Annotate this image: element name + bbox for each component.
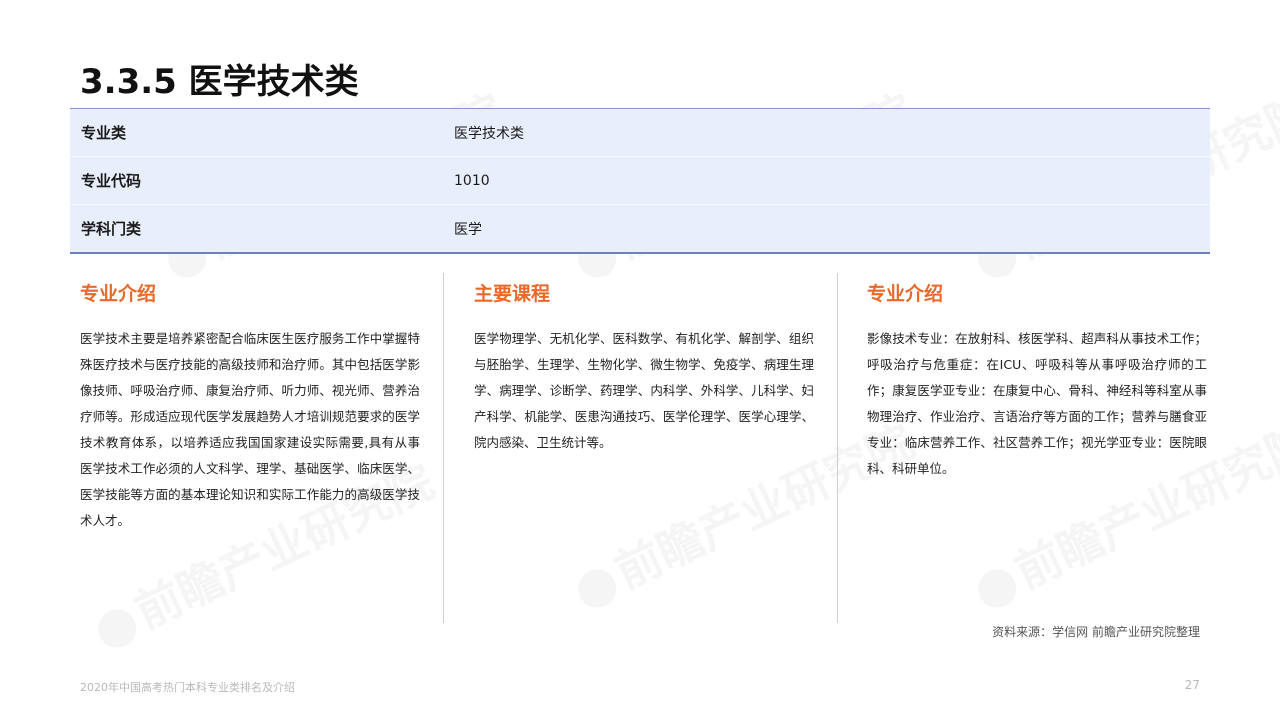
source-note: 资料来源：学信网 前瞻产业研究院整理: [992, 625, 1200, 639]
info-table: 专业类 医学技术类 专业代码 1010 学科门类 医学: [70, 108, 1210, 254]
table-row: 学科门类 医学: [70, 205, 1210, 252]
column-title: 专业介绍: [80, 283, 157, 305]
page-title: 3.3.5 医学技术类: [80, 62, 359, 102]
page-number: 27: [1184, 678, 1200, 692]
column-body: 医学技术主要是培养紧密配合临床医生医疗服务工作中掌握特殊医疗技术与医疗技能的高级…: [80, 331, 420, 528]
column-body: 医学物理学、无机化学、医科数学、有机化学、解剖学、组织与胚胎学、生理学、生物化学…: [474, 331, 814, 450]
table-value: 医学技术类: [454, 125, 524, 142]
column-divider: [837, 273, 838, 623]
table-value: 1010: [454, 172, 490, 189]
table-key: 专业类: [81, 124, 127, 142]
column-title: 专业介绍: [867, 283, 944, 305]
table-key: 专业代码: [81, 172, 142, 190]
column-courses: 主要课程 医学物理学、无机化学、医科数学、有机化学、解剖学、组织与胚胎学、生理学…: [474, 282, 814, 456]
column-divider: [443, 273, 444, 623]
column-careers: 专业介绍 影像技术专业：在放射科、核医学科、超声科从事技术工作；呼吸治疗与危重症…: [867, 282, 1207, 482]
footer-title: 2020年中国高考热门本科专业类排名及介绍: [80, 681, 295, 694]
table-row: 专业类 医学技术类: [70, 109, 1210, 157]
column-title: 主要课程: [474, 283, 551, 305]
table-row: 专业代码 1010: [70, 157, 1210, 205]
table-value: 医学: [454, 221, 482, 238]
column-body: 影像技术专业：在放射科、核医学科、超声科从事技术工作；呼吸治疗与危重症：在ICU…: [867, 331, 1207, 476]
table-key: 学科门类: [81, 220, 142, 238]
column-intro: 专业介绍 医学技术主要是培养紧密配合临床医生医疗服务工作中掌握特殊医疗技术与医疗…: [80, 282, 420, 534]
